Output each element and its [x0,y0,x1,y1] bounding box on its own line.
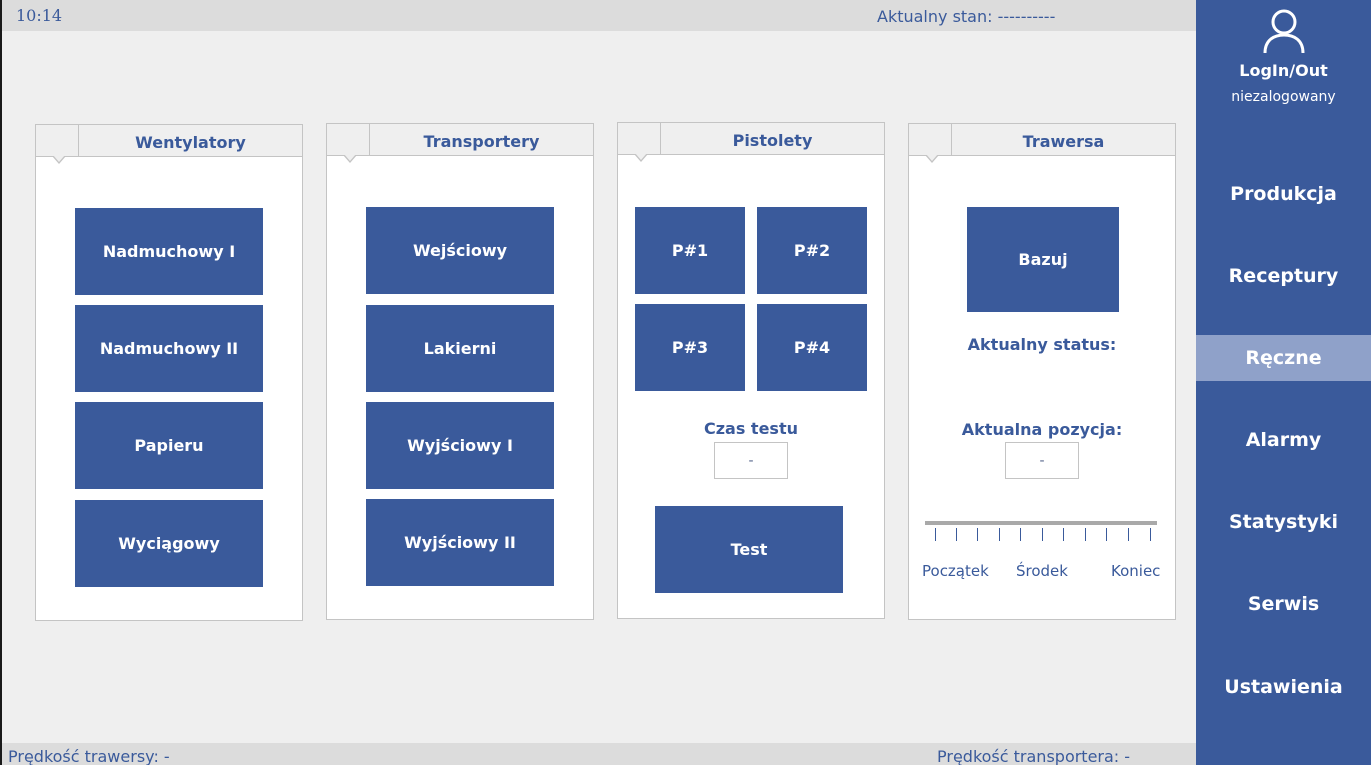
login-status: niezalogowany [1231,89,1336,105]
gun-1-button[interactable]: P#1 [635,207,745,294]
gun-2-button[interactable]: P#2 [757,207,867,294]
panel-pistolety: Pistolety P#1 P#2 P#3 P#4 Czas testu - T… [617,122,885,619]
panel-header: Pistolety [618,123,884,162]
panel-trawersa: Trawersa Bazuj Aktualny status: Aktualna… [908,123,1176,620]
panel-notch-icon [343,154,357,163]
position-field[interactable]: - [1005,442,1079,479]
scale-tick [1042,528,1043,541]
conveyor-wejsciowy-button[interactable]: Wejściowy [366,207,554,294]
panel-tab [909,124,952,156]
status-label: Aktualny status: [967,335,1117,354]
fan-nadmuchowy-1-button[interactable]: Nadmuchowy I [75,208,263,295]
main-area: Wentylatory Nadmuchowy I Nadmuchowy II P… [0,31,1196,743]
conveyor-wyjsciowy-1-button[interactable]: Wyjściowy I [366,402,554,489]
sidebar: LogIn/Out niezalogowany Produkcja Recept… [1196,0,1371,765]
scale-tick [1128,528,1129,541]
panel-notch-icon [52,155,66,164]
scale-end-label: Koniec [1111,562,1161,580]
gun-4-button[interactable]: P#4 [757,304,867,391]
panel-tab [327,124,370,156]
fan-wyciagowy-button[interactable]: Wyciągowy [75,500,263,587]
nav-item-produkcja[interactable]: Produkcja [1196,171,1371,217]
panel-notch-icon [634,153,648,162]
panel-transportery: Transportery Wejściowy Lakierni Wyjściow… [326,123,594,620]
base-button[interactable]: Bazuj [967,207,1119,312]
panel-tab [36,125,79,157]
panel-title: Wentylatory [135,133,246,152]
conveyor-lakierni-button[interactable]: Lakierni [366,305,554,392]
traverse-speed: Prędkość trawersy: - [8,747,170,765]
scale-tick [999,528,1000,541]
conveyor-speed: Prędkość transportera: - [937,747,1131,765]
test-button[interactable]: Test [655,506,843,593]
scale-tick [977,528,978,541]
nav-item-reczne[interactable]: Ręczne [1196,335,1371,381]
scale-tick [1150,528,1151,541]
panel-title: Pistolety [732,131,813,150]
test-time-field[interactable]: - [714,442,788,479]
panel-header: Trawersa [909,124,1175,163]
panel-tab [618,123,661,155]
fan-papieru-button[interactable]: Papieru [75,402,263,489]
scale-tick [1020,528,1021,541]
gun-3-button[interactable]: P#3 [635,304,745,391]
login-button[interactable]: LogIn/Out [1196,61,1371,80]
scale-tick [1085,528,1086,541]
scale-middle-label: Środek [1016,562,1068,580]
clock: 10:14 [16,6,63,25]
fan-nadmuchowy-2-button[interactable]: Nadmuchowy II [75,305,263,392]
panel-header: Transportery [327,124,593,163]
scale-tick [956,528,957,541]
nav-item-ustawienia[interactable]: Ustawienia [1196,664,1371,710]
scale-tick [935,528,936,541]
scale-tick [1063,528,1064,541]
position-scale-track [925,521,1157,525]
nav-item-statystyki[interactable]: Statystyki [1196,499,1371,545]
conveyor-wyjsciowy-2-button[interactable]: Wyjściowy II [366,499,554,586]
bottom-bar: Prędkość trawersy: - Prędkość transporte… [0,743,1196,765]
panel-wentylatory: Wentylatory Nadmuchowy I Nadmuchowy II P… [35,124,303,621]
position-label: Aktualna pozycja: [961,420,1123,439]
panel-header: Wentylatory [36,125,302,164]
nav-item-serwis[interactable]: Serwis [1196,581,1371,627]
top-bar: 10:14 Aktualny stan: ---------- [0,0,1196,31]
panel-title: Transportery [423,132,540,151]
test-time-label: Czas testu [703,419,798,438]
scale-start-label: Początek [922,562,989,580]
panel-title: Trawersa [1022,132,1105,151]
nav-item-alarmy[interactable]: Alarmy [1196,417,1371,463]
nav-item-receptury[interactable]: Receptury [1196,253,1371,299]
scale-tick [1106,528,1107,541]
current-state: Aktualny stan: ---------- [877,7,1056,26]
user-icon[interactable] [1262,8,1306,54]
panel-notch-icon [925,154,939,163]
